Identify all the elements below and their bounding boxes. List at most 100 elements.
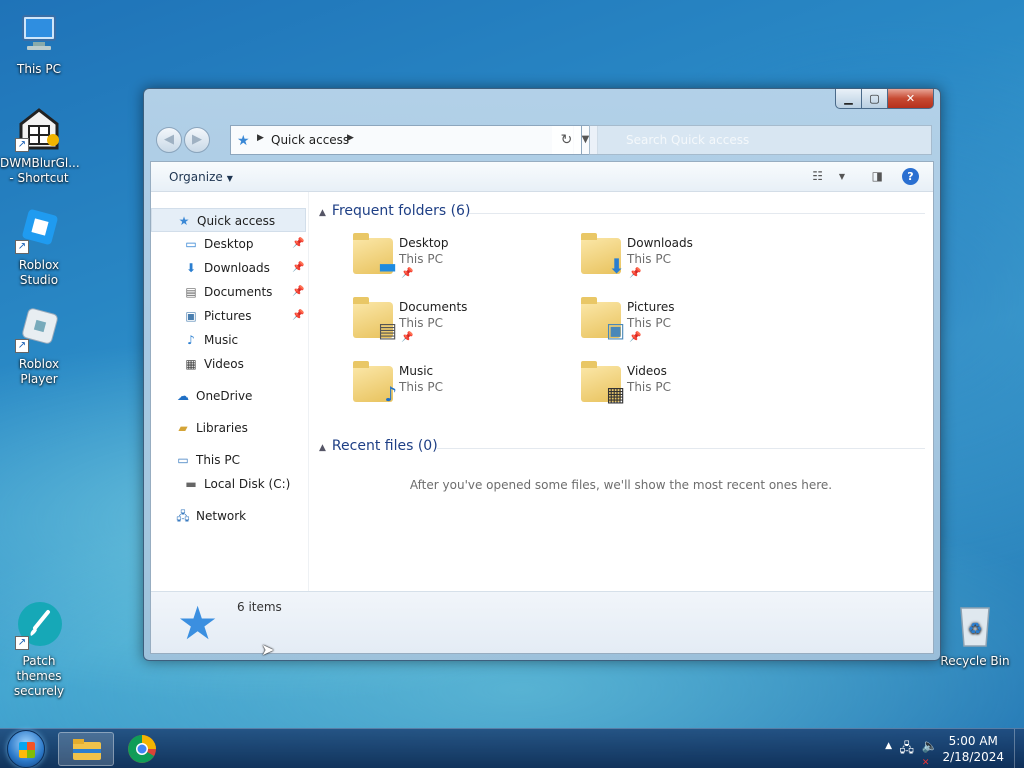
start-button[interactable]	[7, 730, 45, 768]
desktop-icon: ▭	[185, 237, 197, 251]
folder-icon: ▬	[353, 233, 397, 276]
folder-name: Desktop	[399, 236, 449, 250]
nav-item-label: This PC	[196, 453, 240, 467]
nav-item-onedrive[interactable]: ☁ OneDrive	[151, 384, 308, 408]
window-caption-buttons: ▁ ▢ ✕	[835, 89, 934, 109]
group-title: Recent files (0)	[331, 438, 438, 454]
desktop-icon-recycle-bin[interactable]: ♻ Recycle Bin	[936, 602, 1014, 669]
quick-access-star-icon: ★	[237, 133, 250, 149]
folder-tile-videos[interactable]: ▦ Videos This PC	[581, 361, 801, 424]
nav-item-label: OneDrive	[196, 389, 253, 403]
show-desktop-button[interactable]	[1014, 729, 1024, 768]
desktop-icon-roblox-player[interactable]: ↗ Roblox Player	[0, 305, 78, 387]
picture-icon: ▣	[185, 309, 197, 323]
folder-name: Pictures	[627, 300, 675, 314]
breadcrumb-chevron-icon[interactable]: ▶	[347, 133, 354, 143]
desktop-icon-dwmblurglass-shortcut[interactable]: ↗ DWMBlurGl... - Shortcut	[0, 104, 80, 186]
music-icon: ♪	[384, 382, 397, 406]
recent-files-header[interactable]: ▲ Recent files (0)	[319, 438, 438, 454]
pin-icon[interactable]: 📌	[292, 256, 304, 280]
folder-tile-music[interactable]: ♪ Music This PC	[353, 361, 573, 424]
nav-item-local-disk[interactable]: ▬ Local Disk (C:)	[151, 472, 308, 496]
refresh-button[interactable]: ↻	[552, 125, 582, 155]
network-icon: 🖧	[176, 509, 190, 523]
nav-item-this-pc[interactable]: ▭ This PC	[151, 448, 308, 472]
pin-icon: 📌	[401, 332, 414, 343]
nav-item-videos[interactable]: ▦ Videos	[151, 352, 308, 376]
nav-item-label: Downloads	[204, 261, 270, 275]
clock[interactable]: 5:00 AM 2/18/2024	[942, 733, 1004, 765]
address-bar[interactable]: ★ ▶ Quick access ▶ ▼	[230, 125, 598, 155]
desktop-icon-patch-themes[interactable]: ↗ Patch themes securely	[0, 602, 78, 699]
nav-item-pictures[interactable]: ▣ Pictures 📌	[151, 304, 308, 328]
folder-location: This PC	[399, 380, 443, 394]
folder-tile-documents[interactable]: ▤ Documents This PC 📌	[353, 297, 573, 360]
folder-icon	[73, 739, 101, 760]
nav-item-desktop[interactable]: ▭ Desktop 📌	[151, 232, 308, 256]
pin-icon[interactable]: 📌	[292, 232, 304, 256]
pin-icon[interactable]: 📌	[292, 304, 304, 328]
windows-logo-icon	[19, 742, 35, 758]
nav-item-documents[interactable]: ▤ Documents 📌	[151, 280, 308, 304]
breadcrumb-separator-icon[interactable]: ▶	[257, 133, 264, 143]
minimize-button[interactable]: ▁	[835, 89, 862, 109]
clock-time: 5:00 AM	[948, 734, 998, 748]
breadcrumb-quick-access[interactable]: Quick access	[271, 133, 349, 147]
back-button[interactable]: ◀	[156, 127, 182, 153]
folder-icon: ⬇	[581, 233, 625, 276]
file-explorer-window[interactable]: ▁ ▢ ✕ ◀ ▶ ★ ▶ Quick access ▶ ▼ ↻ Organiz…	[143, 88, 941, 661]
volume-muted-icon[interactable]: 🔈✕	[922, 739, 938, 768]
video-icon: ▦	[185, 357, 197, 371]
nav-item-label: Network	[196, 509, 247, 523]
desktop-icon-label: Roblox Player	[18, 357, 60, 386]
view-options-dropdown-icon[interactable]: ▼	[839, 172, 845, 181]
close-button[interactable]: ✕	[888, 89, 934, 109]
nav-item-libraries[interactable]: ▰ Libraries	[151, 416, 308, 440]
nav-item-label: Videos	[204, 357, 244, 371]
document-icon: ▤	[185, 285, 197, 299]
folder-tile-desktop[interactable]: ▬ Desktop This PC 📌	[353, 233, 573, 296]
desktop-icon-label: Patch themes securely	[13, 654, 65, 698]
dwmblurglass-app-icon: ↗	[15, 104, 63, 152]
show-hidden-icons-icon[interactable]: ▲	[885, 741, 892, 751]
desktop-icon: ▬	[378, 254, 397, 278]
help-icon[interactable]: ?	[902, 168, 919, 185]
nav-item-network[interactable]: 🖧 Network	[151, 504, 308, 528]
nav-item-downloads[interactable]: ⬇ Downloads 📌	[151, 256, 308, 280]
search-box[interactable]	[589, 125, 932, 155]
nav-item-music[interactable]: ♪ Music	[151, 328, 308, 352]
download-icon: ⬇	[185, 261, 197, 275]
nav-item-label: Quick access	[197, 214, 276, 228]
nav-item-quick-access[interactable]: ★ Quick access	[151, 208, 306, 232]
music-icon: ♪	[187, 333, 195, 347]
folder-tile-downloads[interactable]: ⬇ Downloads This PC 📌	[581, 233, 801, 296]
paintbrush-icon: ↗	[15, 602, 63, 650]
collapse-triangle-icon: ▲	[319, 443, 326, 453]
download-icon: ⬇	[608, 254, 625, 278]
desktop-icon-label: DWMBlurGl... - Shortcut	[0, 156, 80, 185]
network-status-icon[interactable]: 🖧	[900, 739, 915, 761]
search-input[interactable]	[590, 126, 931, 154]
nav-item-label: Local Disk (C:)	[204, 477, 291, 491]
cloud-icon: ☁	[177, 389, 189, 403]
folder-icon: ▤	[353, 297, 397, 340]
nav-item-label: Desktop	[204, 237, 254, 251]
change-view-icon[interactable]: ☷	[812, 169, 823, 183]
command-bar: Organize ▼ ☷ ▼ ◨ ?	[151, 162, 933, 192]
desktop-icon-this-pc[interactable]: This PC	[0, 10, 78, 77]
frequent-folders-header[interactable]: ▲ Frequent folders (6)	[319, 203, 470, 219]
recycle-bin-icon: ♻	[951, 602, 999, 650]
preview-pane-icon[interactable]: ◨	[872, 169, 883, 183]
desktop-icon-roblox-studio[interactable]: ↗ Roblox Studio	[0, 206, 78, 288]
folder-tile-pictures[interactable]: ▣ Pictures This PC 📌	[581, 297, 801, 360]
forward-button[interactable]: ▶	[184, 127, 210, 153]
maximize-button[interactable]: ▢	[862, 89, 888, 109]
taskbar-chrome[interactable]	[114, 732, 170, 766]
organize-menu-button[interactable]: Organize ▼	[169, 170, 233, 184]
drive-icon: ▬	[185, 477, 197, 491]
pin-icon[interactable]: 📌	[292, 280, 304, 304]
taskbar-file-explorer[interactable]	[58, 732, 114, 766]
quick-access-star-icon: ★	[177, 596, 219, 650]
folder-location: This PC	[627, 252, 671, 266]
navigation-pane: ★ Quick access ▭ Desktop 📌 ⬇ Downloads 📌…	[151, 192, 309, 591]
